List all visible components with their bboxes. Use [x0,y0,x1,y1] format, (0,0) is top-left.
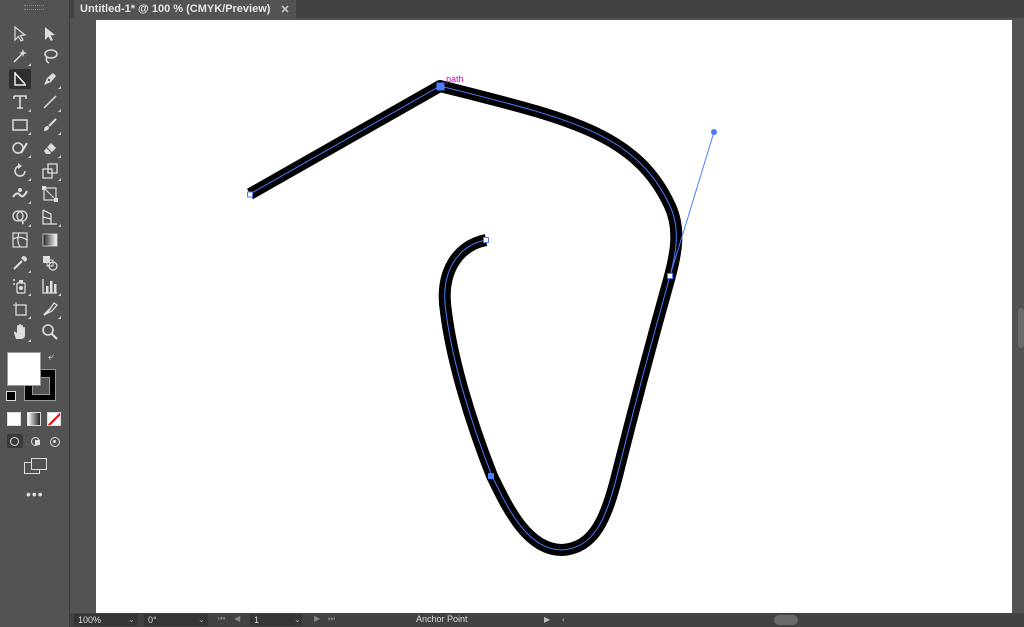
blend-tool-icon[interactable] [39,253,61,273]
rotation-dropdown-icon[interactable]: ⌄ [198,615,205,624]
shape-builder-tool-icon[interactable] [9,207,31,227]
status-bar: 100% ⌄ 0° ⌄ ⏮ ◀ 1 ⌄ ▶ ⏭ Anchor Point ▶ ‹ [70,613,1024,627]
close-icon[interactable]: ✕ [280,3,289,16]
line-segment-tool-icon[interactable] [39,92,61,112]
anchor-point-start[interactable] [247,191,253,198]
document-tab[interactable]: Untitled-1* @ 100 % (CMYK/Preview) ✕ [74,0,296,18]
path-lower-stroke[interactable] [438,234,676,557]
draw-inside-icon[interactable] [48,434,62,448]
vertical-scrollbar[interactable] [1018,308,1024,348]
draw-normal-icon[interactable] [7,434,23,448]
edit-toolbar-icon[interactable]: ••• [26,487,44,501]
anchor-point-tool-icon[interactable] [9,69,31,89]
direct-selection-tool-icon[interactable] [39,24,61,44]
rotation-value: 0° [148,615,157,625]
artwork-svg[interactable]: path [96,20,1012,613]
zoom-value: 100% [78,615,102,625]
screen-mode-icon[interactable] [24,458,47,474]
zoom-dropdown-icon[interactable]: ⌄ [128,615,135,624]
horizontal-scroll-thumb[interactable] [774,615,798,625]
mesh-tool-icon[interactable] [9,230,31,250]
none-mode-button[interactable] [47,412,61,426]
tools-panel: ⤶ ••• [0,0,70,627]
rectangle-tool-icon[interactable] [9,115,31,135]
next-artboard-icon[interactable]: ▶ [314,614,320,623]
panel-grip[interactable] [24,5,44,10]
previous-artboard-icon[interactable]: ◀ [234,614,240,623]
anchor-point-right[interactable] [667,273,673,279]
scroll-left-icon[interactable]: ‹ [562,615,565,624]
anchor-point-corner-selected[interactable] [436,82,445,91]
column-graph-tool-icon[interactable] [39,276,61,296]
direction-handle-line [669,131,715,277]
current-tool-label: Anchor Point [416,614,468,624]
paintbrush-tool-icon[interactable] [39,115,61,135]
type-tool-icon[interactable] [9,92,31,112]
swap-fill-stroke-icon[interactable]: ⤶ [48,351,54,364]
fill-swatch[interactable] [7,352,41,386]
default-fill-stroke-icon[interactable] [6,391,16,401]
document-tab-title: Untitled-1* @ 100 % (CMYK/Preview) [80,3,271,15]
symbol-sprayer-tool-icon[interactable] [9,276,31,296]
zoom-tool-icon[interactable] [39,322,61,342]
draw-behind-icon[interactable] [29,434,43,448]
anchor-point-lower[interactable] [488,473,494,479]
perspective-grid-tool-icon[interactable] [39,207,61,227]
artboard[interactable]: path [96,20,1012,613]
free-transform-tool-icon[interactable] [39,184,61,204]
magic-wand-tool-icon[interactable] [9,46,31,66]
artboard-number: 1 [254,615,260,625]
eyedropper-tool-icon[interactable] [9,253,31,273]
scale-tool-icon[interactable] [39,161,61,181]
smart-guide-label: path [446,74,464,84]
last-artboard-icon[interactable]: ⏭ [328,614,335,624]
artboard-tool-icon[interactable] [9,299,31,319]
puppet-warp-tool-icon[interactable] [9,184,31,204]
first-artboard-icon[interactable]: ⏮ [218,614,225,624]
slice-tool-icon[interactable] [39,299,61,319]
status-menu-icon[interactable]: ▶ [544,615,550,624]
gradient-tool-icon[interactable] [39,230,61,250]
gradient-mode-button[interactable] [27,412,41,426]
artboard-dropdown-icon[interactable]: ⌄ [294,615,301,624]
rotate-tool-icon[interactable] [9,161,31,181]
document-tab-bar: Untitled-1* @ 100 % (CMYK/Preview) ✕ [70,0,1024,18]
color-mode-button[interactable] [7,412,21,426]
selection-tool-icon[interactable] [9,24,31,44]
lasso-tool-icon[interactable] [39,46,61,66]
direction-handle-point[interactable] [711,129,717,135]
pen-tool-icon[interactable] [39,69,61,89]
eraser-tool-icon[interactable] [39,138,61,158]
shaper-tool-icon[interactable] [9,138,31,158]
hand-tool-icon[interactable] [9,322,31,342]
canvas-area[interactable]: path [70,18,1024,613]
anchor-point-end[interactable] [483,237,489,243]
